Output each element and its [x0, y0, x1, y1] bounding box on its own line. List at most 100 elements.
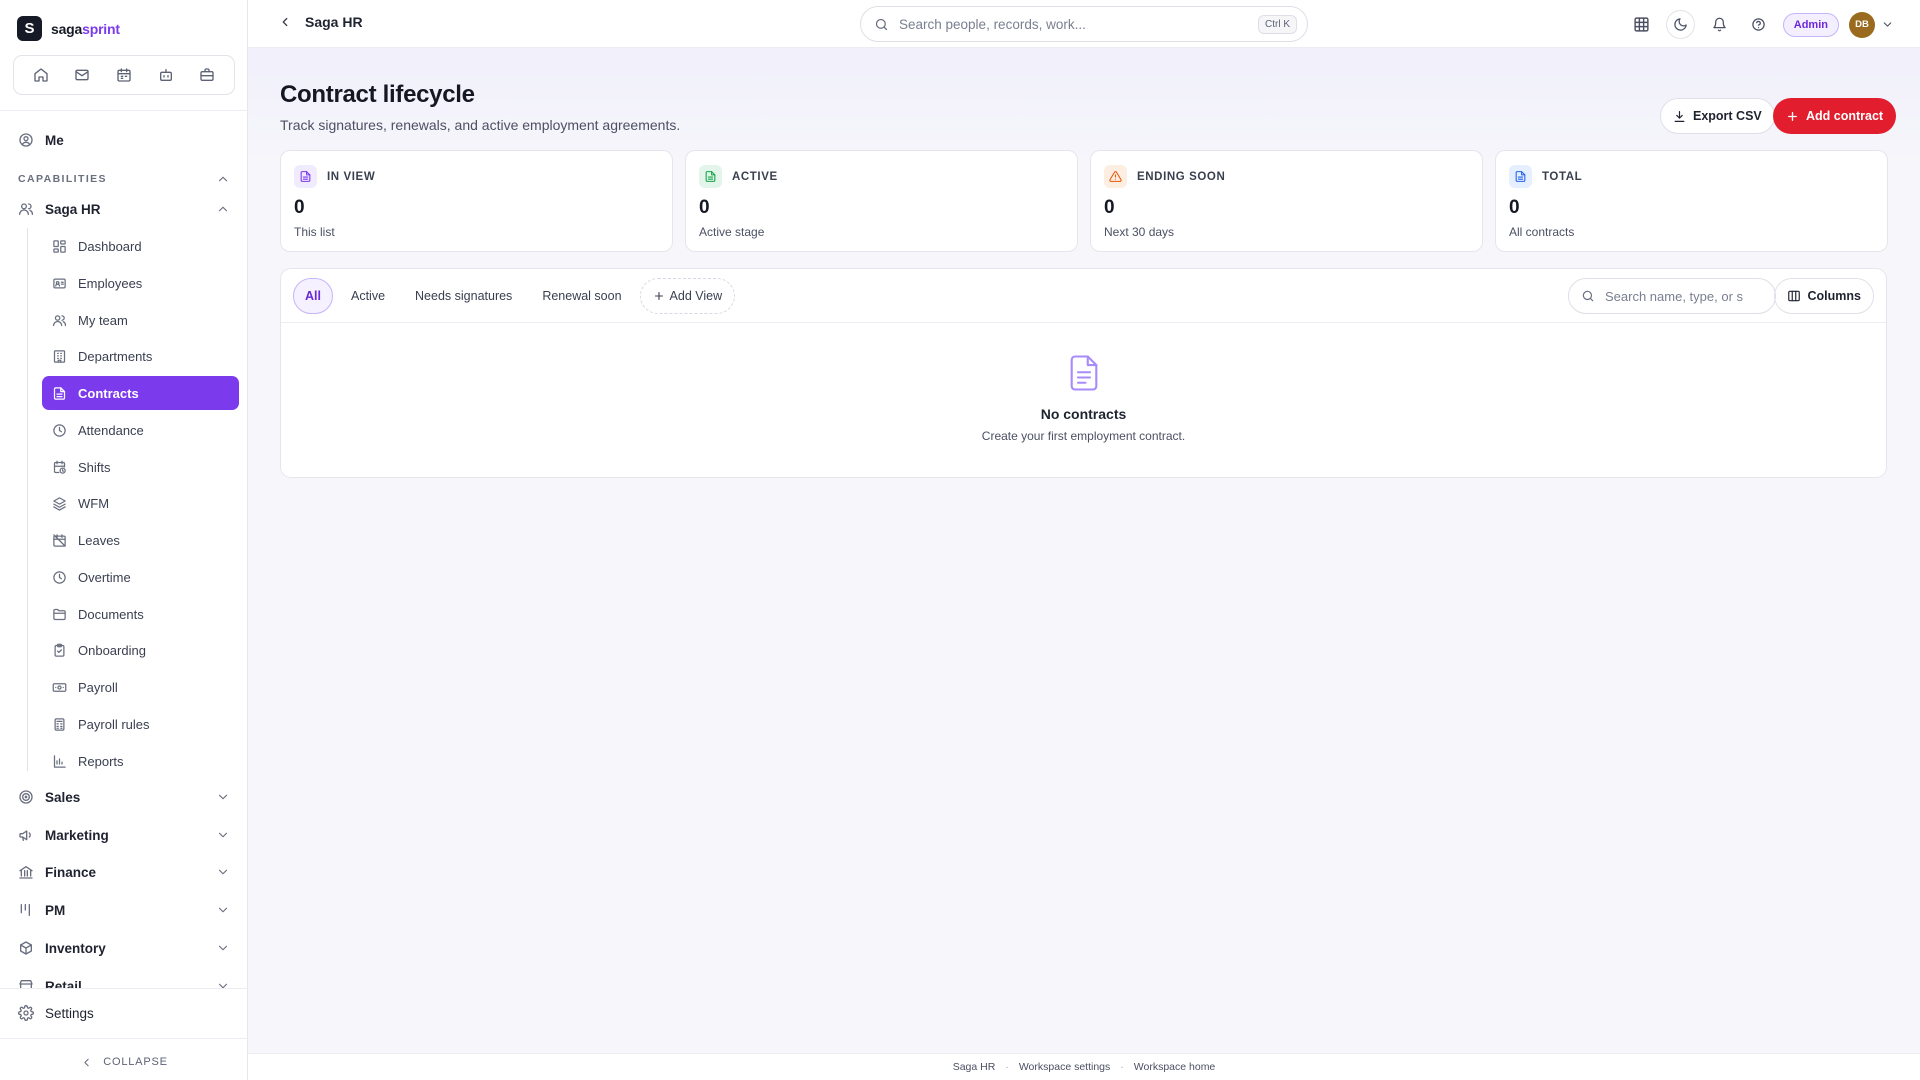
sidebar-item-departments[interactable]: Departments — [42, 339, 239, 373]
contracts-search-input[interactable]: Search name, type, or s — [1568, 278, 1776, 314]
sidebar-item-label: My team — [78, 312, 128, 328]
sidebar-group-marketing[interactable]: Marketing — [18, 827, 230, 843]
document-icon — [294, 165, 317, 188]
group-label: Saga HR — [45, 201, 101, 217]
footer-link-workspace-home[interactable]: Workspace home — [1134, 1061, 1216, 1073]
footer-separator: · — [1005, 1061, 1009, 1073]
page-title: Contract lifecycle — [280, 81, 475, 108]
contracts-panel: All Active Needs signatures Renewal soon… — [280, 268, 1887, 478]
brand[interactable]: S sagasprint — [17, 16, 120, 41]
sidebar-group-pm[interactable]: PM — [18, 902, 230, 918]
sidebar-item-payroll-rules[interactable]: Payroll rules — [42, 707, 239, 741]
sidebar-item-employees[interactable]: Employees — [42, 266, 239, 300]
group-label: Finance — [45, 864, 97, 880]
chevron-down-icon — [1881, 18, 1894, 31]
apps-grid-icon[interactable] — [1627, 10, 1656, 39]
sidebar-item-onboarding[interactable]: Onboarding — [42, 633, 239, 667]
breadcrumb: Saga HR — [278, 14, 363, 30]
mail-icon[interactable] — [67, 60, 97, 90]
stat-card-in-view: IN VIEW 0 This list — [280, 150, 673, 252]
breadcrumb-label[interactable]: Saga HR — [305, 14, 363, 30]
sidebar-item-contracts[interactable]: Contracts — [42, 376, 239, 410]
tab-needs-signatures[interactable]: Needs signatures — [403, 278, 524, 314]
capabilities-header[interactable]: CAPABILITIES — [18, 172, 230, 186]
sidebar-item-shifts[interactable]: Shifts — [42, 450, 239, 484]
sidebar-item-label: Overtime — [78, 569, 131, 585]
sidebar-divider — [0, 1038, 248, 1039]
footer-link-workspace-settings[interactable]: Workspace settings — [1019, 1061, 1110, 1073]
sidebar-group-finance[interactable]: Finance — [18, 864, 230, 880]
bar-chart-icon — [52, 754, 67, 769]
role-badge[interactable]: Admin — [1782, 12, 1839, 37]
chevron-down-icon — [216, 828, 230, 842]
sidebar-item-settings[interactable]: Settings — [18, 1005, 94, 1021]
empty-document-icon — [1066, 353, 1102, 393]
export-label: Export CSV — [1693, 109, 1762, 123]
sidebar-item-label: Contracts — [78, 385, 139, 401]
group-label: Inventory — [45, 940, 106, 956]
settings-label: Settings — [45, 1005, 94, 1021]
briefcase-icon[interactable] — [192, 60, 222, 90]
sidebar-group-saga-hr[interactable]: Saga HR — [18, 201, 230, 217]
stat-label: TOTAL — [1542, 170, 1583, 183]
sidebar-item-me[interactable]: Me — [18, 132, 64, 148]
search-placeholder: Search name, type, or s — [1605, 288, 1744, 304]
shortcut-hint: Ctrl K — [1258, 14, 1297, 34]
sidebar-item-label: Dashboard — [78, 238, 142, 254]
users-icon — [52, 313, 67, 328]
group-label: Marketing — [45, 827, 109, 843]
building-icon — [52, 349, 67, 364]
plus-icon — [1786, 110, 1799, 123]
sidebar-item-reports[interactable]: Reports — [42, 744, 239, 778]
clock-icon — [52, 423, 67, 438]
calendar-icon[interactable] — [109, 60, 139, 90]
home-icon[interactable] — [26, 60, 56, 90]
search-icon — [874, 17, 889, 32]
sidebar-item-label: Me — [45, 132, 64, 148]
tab-renewal-soon[interactable]: Renewal soon — [530, 278, 633, 314]
group-label: Sales — [45, 789, 81, 805]
sidebar-group-sales[interactable]: Sales — [18, 789, 230, 805]
bot-icon[interactable] — [151, 60, 181, 90]
bell-icon[interactable] — [1705, 10, 1734, 39]
chevron-left-icon — [80, 1056, 93, 1069]
sidebar-divider — [0, 988, 248, 989]
stat-value: 0 — [699, 197, 710, 218]
back-chevron-icon[interactable] — [278, 15, 292, 29]
stat-label: ENDING SOON — [1137, 170, 1226, 183]
add-view-label: Add View — [669, 289, 723, 303]
sidebar-item-label: Shifts — [78, 459, 111, 475]
tab-active[interactable]: Active — [339, 278, 397, 314]
quick-nav — [13, 55, 235, 95]
view-tabs: All Active Needs signatures Renewal soon… — [293, 278, 736, 314]
sidebar-group-inventory[interactable]: Inventory — [18, 940, 230, 956]
columns-button[interactable]: Columns — [1773, 278, 1874, 314]
sidebar-item-dashboard[interactable]: Dashboard — [42, 229, 239, 263]
footer-link-saga-hr[interactable]: Saga HR — [953, 1061, 996, 1073]
sidebar-item-documents[interactable]: Documents — [42, 597, 239, 631]
sidebar-item-overtime[interactable]: Overtime — [42, 560, 239, 594]
global-search-input[interactable]: Search people, records, work... Ctrl K — [860, 6, 1308, 42]
moon-icon[interactable] — [1665, 10, 1695, 39]
sidebar-item-leaves[interactable]: Leaves — [42, 523, 239, 557]
columns-label: Columns — [1807, 289, 1861, 303]
search-placeholder: Search people, records, work... — [899, 16, 1086, 32]
empty-state-title: No contracts — [1040, 406, 1127, 422]
sidebar-group-retail[interactable]: Retail — [18, 978, 230, 988]
tab-all[interactable]: All — [293, 278, 333, 314]
sidebar-item-my-team[interactable]: My team — [42, 303, 239, 337]
sidebar-item-wfm[interactable]: WFM — [42, 486, 239, 520]
add-contract-button[interactable]: Add contract — [1773, 98, 1897, 134]
help-icon[interactable] — [1744, 10, 1773, 39]
sidebar-item-label: Payroll — [78, 679, 118, 695]
collapse-button[interactable]: COLLAPSE — [0, 1045, 248, 1079]
stat-value: 0 — [1104, 197, 1115, 218]
empty-state-subtitle: Create your first employment contract. — [981, 429, 1186, 443]
export-csv-button[interactable]: Export CSV — [1660, 98, 1775, 134]
megaphone-icon — [18, 827, 34, 843]
sidebar-item-attendance[interactable]: Attendance — [42, 413, 239, 447]
sidebar-item-payroll[interactable]: Payroll — [42, 670, 239, 704]
add-view-button[interactable]: Add View — [639, 278, 736, 314]
user-menu[interactable]: DB — [1849, 11, 1894, 38]
collapse-label: COLLAPSE — [103, 1056, 168, 1068]
